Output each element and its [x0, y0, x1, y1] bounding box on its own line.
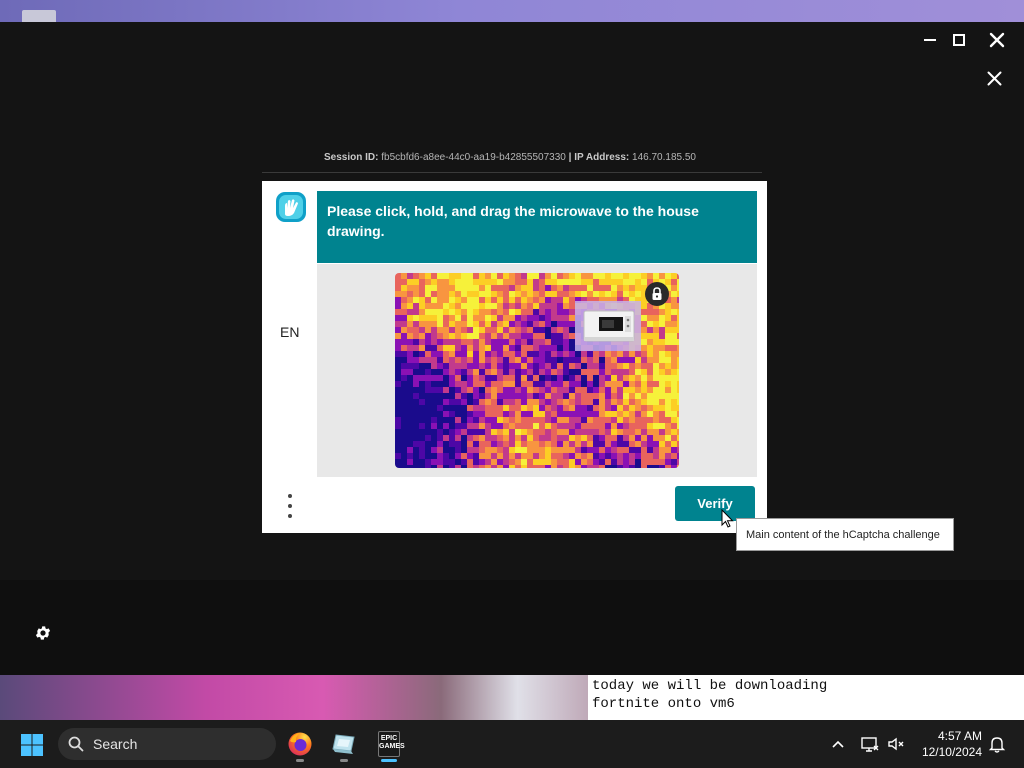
hcaptcha-logo-icon	[276, 192, 306, 222]
stream-caption: today we will be downloading fortnite on…	[588, 675, 1024, 720]
hcaptcha-challenge: EN Please click, hold, and drag the micr…	[262, 181, 767, 533]
firefox-icon	[288, 732, 312, 756]
desktop-background-strip	[0, 0, 1024, 22]
app-icon	[332, 734, 355, 754]
footer-band	[0, 580, 1024, 675]
firefox-taskbar-button[interactable]	[282, 726, 318, 762]
clock-date: 12/10/2024	[921, 745, 982, 759]
options-menu-button[interactable]	[284, 493, 296, 519]
minimize-icon	[924, 39, 936, 41]
taskbar-search[interactable]: Search	[58, 728, 276, 760]
caption-line: fortnite onto vm6	[592, 696, 735, 712]
microwave-draggable[interactable]	[575, 301, 641, 351]
settings-gear-icon[interactable]	[34, 624, 52, 642]
volume-muted-icon[interactable]	[886, 734, 906, 754]
overlay-close-button[interactable]	[980, 66, 1008, 90]
ip-address: 146.70.185.50	[632, 152, 696, 163]
maximize-button[interactable]	[945, 28, 973, 52]
close-icon	[989, 32, 1005, 48]
network-icon[interactable]	[860, 734, 880, 754]
caption-line: today we will be downloading	[592, 678, 828, 694]
challenge-prompt: Please click, hold, and drag the microwa…	[317, 191, 757, 263]
maximize-icon	[953, 34, 965, 46]
chevron-up-icon[interactable]	[828, 734, 848, 754]
stream-webcam-strip	[0, 675, 588, 720]
mouse-cursor-icon	[721, 509, 734, 528]
taskbar: Search EPIC GAMES 4:57 AM 12/10/2024	[0, 720, 1024, 768]
desktop-shortcut-icon[interactable]	[22, 10, 56, 22]
pinned-app-button[interactable]	[326, 726, 362, 762]
notification-bell-icon[interactable]	[987, 734, 1007, 754]
search-icon	[68, 736, 84, 752]
clock-time: 4:57 AM	[937, 729, 982, 743]
lock-icon	[645, 282, 669, 306]
windows-start-icon[interactable]	[20, 733, 44, 757]
ip-label: | IP Address:	[568, 152, 630, 163]
search-label: Search	[93, 736, 138, 752]
tooltip: Main content of the hCaptcha challenge	[736, 518, 954, 551]
epic-games-icon: EPIC GAMES	[378, 731, 405, 757]
window-close-button[interactable]	[983, 28, 1011, 52]
divider	[262, 172, 762, 173]
epic-games-taskbar-button[interactable]: EPIC GAMES	[371, 726, 407, 762]
minimize-button[interactable]	[916, 28, 944, 52]
session-id: fb5cbfd6-a8ee-44c0-aa19-b42855507330	[381, 152, 566, 163]
session-info: Session ID: fb5cbfd6-a8ee-44c0-aa19-b428…	[262, 152, 758, 163]
session-label: Session ID:	[324, 152, 379, 163]
system-clock[interactable]: 4:57 AM 12/10/2024	[912, 728, 982, 760]
challenge-image[interactable]	[395, 273, 679, 468]
verify-button[interactable]: Verify	[675, 486, 755, 521]
language-selector[interactable]: EN	[280, 324, 299, 340]
challenge-area	[317, 264, 757, 477]
close-icon	[987, 71, 1001, 85]
